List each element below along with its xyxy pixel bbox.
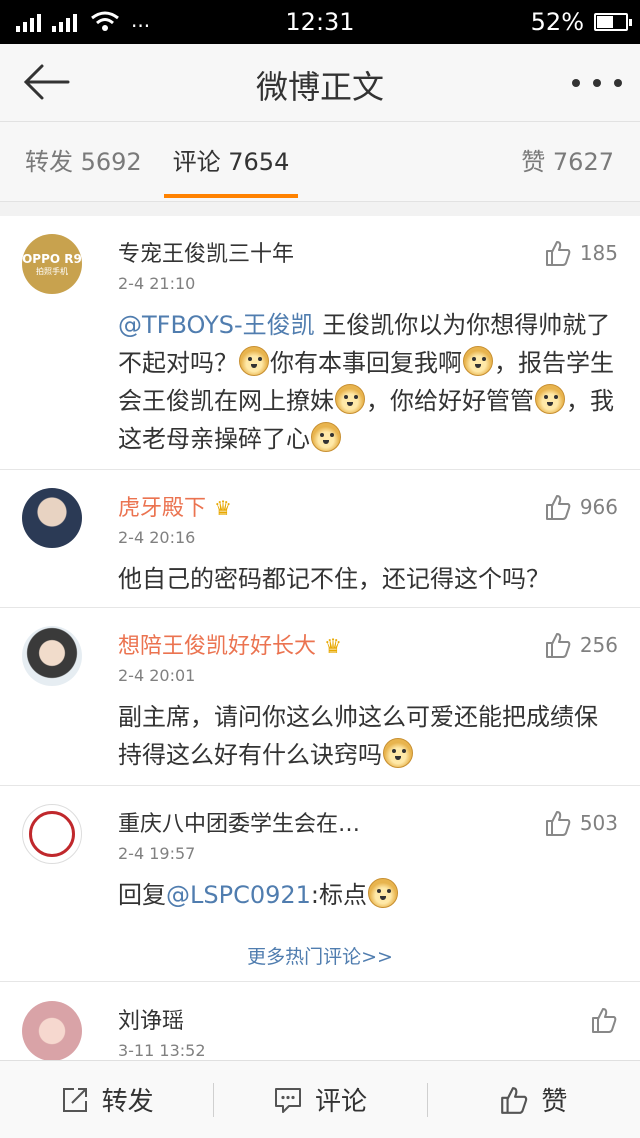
comment-item[interactable]: OPPO R9 拍照手机 专宠王俊凯三十年 2-4 21:10 185 @TFB…: [0, 216, 640, 470]
back-arrow-icon: [23, 64, 70, 100]
thumbs-up-icon: [545, 633, 571, 658]
doge-emoji-icon: [535, 384, 565, 414]
comment-body: 副主席，请问你这么帅这么可爱还能把成绩保持得这么好有什么诀窍吗: [118, 703, 598, 769]
like-label: 赞: [541, 1087, 568, 1117]
repost-button[interactable]: 转发: [0, 1061, 213, 1138]
battery-percent: 52%: [530, 8, 584, 36]
like-button[interactable]: [590, 1005, 618, 1035]
comment-button[interactable]: 评论: [213, 1061, 426, 1138]
avatar[interactable]: OPPO R9 拍照手机: [22, 234, 82, 294]
thumbs-up-icon: [545, 811, 571, 836]
avatar[interactable]: [22, 488, 82, 548]
like-count: 503: [579, 811, 618, 835]
username[interactable]: 虎牙殿下 ♛: [118, 490, 232, 522]
thumbs-up-icon: [545, 495, 571, 520]
comment-item[interactable]: 虎牙殿下 ♛ 2-4 20:16 966 他自己的密码都记不住，还记得这个吗？: [0, 470, 640, 608]
comment-body: 他自己的密码都记不住，还记得这个吗？: [118, 565, 550, 593]
thumbs-up-icon: [501, 1086, 528, 1114]
comment-item[interactable]: 重庆八中团委学生会在… 2-4 19:57 503 回复@LSPC0921:标点: [0, 786, 640, 934]
avatar[interactable]: [22, 804, 82, 864]
comment-item[interactable]: 想陪王俊凯好好长大 ♛ 2-4 20:01 256 副主席，请问你这么帅这么可爱还…: [0, 608, 640, 786]
seal-logo-icon: [29, 811, 75, 857]
like-button[interactable]: 966: [544, 492, 618, 522]
divider: [0, 202, 640, 216]
like-count: 966: [579, 495, 618, 519]
comment-time: 2-4 20:16: [118, 528, 196, 547]
mention-link[interactable]: @TFBOYS-王俊凯: [118, 311, 315, 339]
username[interactable]: 刘诤瑶: [118, 1003, 184, 1035]
comment-time: 2-4 19:57: [118, 844, 196, 863]
more-hot-comments-link[interactable]: 更多热门评论>>: [0, 934, 640, 982]
repost-icon: [62, 1087, 87, 1112]
tab-like[interactable]: 赞 7627: [521, 122, 614, 202]
comment-time: 2-4 20:01: [118, 666, 196, 685]
comment-time: 2-4 21:10: [118, 274, 196, 293]
doge-emoji-icon: [463, 346, 493, 376]
comment-item[interactable]: 刘诤瑶 3-11 13:52: [0, 983, 640, 1060]
comment-body: 回复@LSPC0921:标点: [118, 876, 618, 914]
username[interactable]: 专宠王俊凯三十年: [118, 236, 294, 268]
doge-emoji-icon: [335, 384, 365, 414]
comment-icon: [274, 1087, 301, 1113]
avatar[interactable]: [22, 1001, 82, 1060]
doge-emoji-icon: [368, 878, 399, 908]
nav-bar: 微博正文: [0, 44, 640, 122]
bottom-action-bar: 转发 评论 赞: [0, 1060, 640, 1138]
username[interactable]: 重庆八中团委学生会在…: [118, 806, 360, 838]
tab-comment[interactable]: 评论 7654: [160, 122, 302, 202]
doge-emoji-icon: [383, 738, 413, 768]
comment-body: @TFBOYS-王俊凯 王俊凯你以为你想得帅就了不起对吗？ 你有本事回复我啊 ，报告…: [118, 311, 614, 453]
comment-label: 评论: [314, 1087, 367, 1117]
like-count: 256: [579, 633, 618, 657]
doge-emoji-icon: [239, 346, 269, 376]
page-title: 微博正文: [255, 68, 384, 106]
thumbs-up-icon: [545, 241, 571, 266]
like-button[interactable]: 256: [544, 630, 618, 660]
tab-bar: 转发 5692 评论 7654 赞 7627: [0, 122, 640, 202]
tab-repost[interactable]: 转发 5692: [25, 122, 142, 202]
vip-crown-icon: ♛: [324, 634, 342, 658]
avatar[interactable]: [22, 626, 82, 686]
like-post-button[interactable]: 赞: [426, 1061, 640, 1138]
vip-crown-icon: ♛: [214, 496, 232, 520]
mention-link[interactable]: @LSPC0921: [166, 881, 311, 909]
like-count: 185: [579, 241, 618, 265]
status-bar: ··· 12:31 52%: [0, 0, 640, 44]
like-button[interactable]: 503: [544, 808, 618, 838]
thumbs-up-icon: [592, 1008, 617, 1033]
username[interactable]: 想陪王俊凯好好长大 ♛: [118, 628, 342, 660]
comment-time: 3-11 13:52: [118, 1041, 206, 1060]
back-button[interactable]: [20, 62, 72, 102]
doge-emoji-icon: [311, 422, 341, 452]
battery-icon: [594, 13, 632, 31]
more-options-button[interactable]: [572, 66, 622, 100]
repost-label: 转发: [101, 1087, 154, 1117]
like-button[interactable]: 185: [544, 238, 618, 268]
